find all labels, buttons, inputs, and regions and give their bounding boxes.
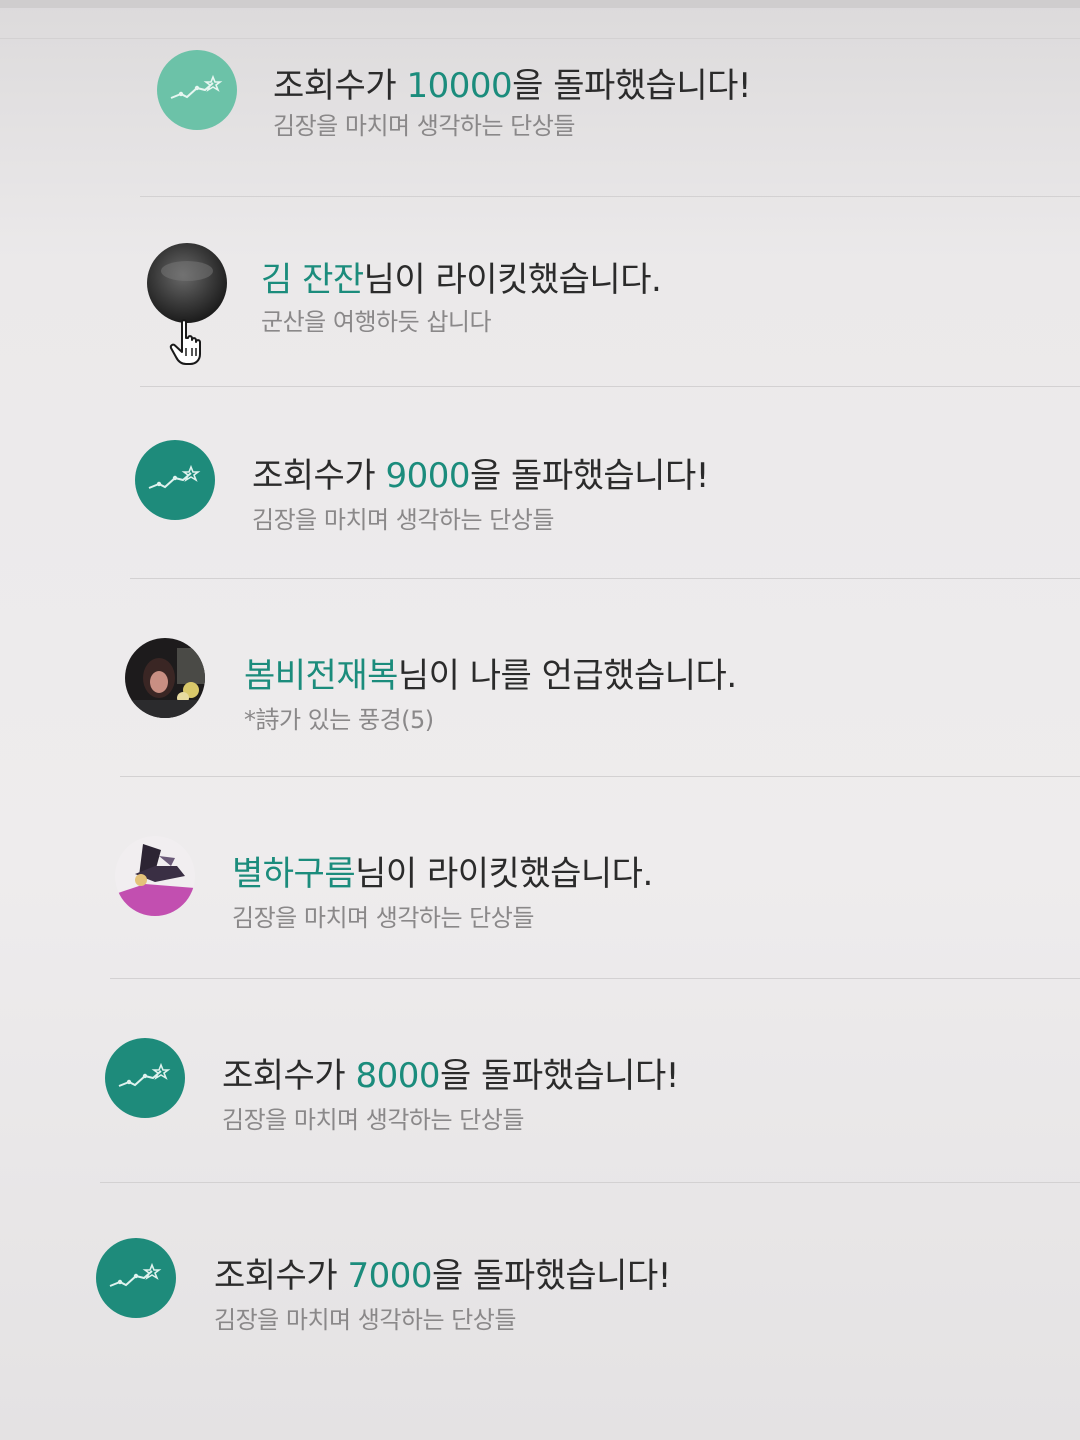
divider: [100, 1182, 1080, 1183]
notification-highlight[interactable]: 김 잔잔: [261, 260, 364, 300]
notification-item[interactable]: 별하구름님이 라이킷했습니다. 김장을 마치며 생각하는 단상들: [0, 776, 1080, 1000]
notification-subtitle[interactable]: 군산을 여행하듯 삽니다: [261, 302, 492, 337]
notification-subtitle[interactable]: 김장을 마치며 생각하는 단상들: [214, 1300, 516, 1335]
notification-title: 봄비전재복님이 나를 언급했습니다.: [244, 656, 737, 696]
notification-item[interactable]: 봄비전재복님이 나를 언급했습니다. *詩가 있는 풍경(5): [0, 578, 1080, 800]
divider: [110, 978, 1080, 979]
divider: [140, 196, 1080, 197]
notification-item[interactable]: 조회수가 10000을 돌파했습니다! 김장을 마치며 생각하는 단상들: [0, 0, 1080, 200]
divider: [140, 386, 1080, 387]
notification-list: 조회수가 10000을 돌파했습니다! 김장을 마치며 생각하는 단상들 김 잔…: [0, 0, 1080, 1440]
notification-subtitle[interactable]: 김장을 마치며 생각하는 단상들: [273, 106, 575, 141]
notification-highlight[interactable]: 봄비전재복: [244, 656, 398, 696]
notification-title: 조회수가 8000을 돌파했습니다!: [222, 1056, 679, 1096]
chart-line-icon: [157, 50, 237, 130]
notification-item[interactable]: 김 잔잔님이 라이킷했습니다. 군산을 여행하듯 삽니다: [0, 196, 1080, 400]
divider: [120, 776, 1080, 777]
hand-pointer-icon: [168, 318, 208, 368]
divider: [130, 578, 1080, 579]
notification-item[interactable]: 조회수가 7000을 돌파했습니다! 김장을 마치며 생각하는 단상들: [0, 1182, 1080, 1400]
notification-title: 별하구름님이 라이킷했습니다.: [232, 854, 653, 894]
user-avatar[interactable]: [125, 638, 205, 718]
notification-subtitle[interactable]: 김장을 마치며 생각하는 단상들: [222, 1100, 524, 1135]
notification-highlight[interactable]: 7000: [347, 1256, 432, 1296]
notification-highlight[interactable]: 10000: [406, 66, 512, 106]
chart-line-icon: [105, 1038, 185, 1118]
notification-highlight[interactable]: 별하구름: [232, 854, 356, 894]
notification-highlight[interactable]: 9000: [385, 456, 470, 496]
notification-title: 조회수가 9000을 돌파했습니다!: [252, 456, 709, 496]
divider: [0, 38, 1080, 39]
notification-screen: 조회수가 10000을 돌파했습니다! 김장을 마치며 생각하는 단상들 김 잔…: [0, 0, 1080, 1440]
chart-line-icon: [96, 1238, 176, 1318]
notification-title: 김 잔잔님이 라이킷했습니다.: [261, 260, 662, 300]
notification-title: 조회수가 7000을 돌파했습니다!: [214, 1256, 671, 1296]
chart-line-icon: [135, 440, 215, 520]
notification-subtitle[interactable]: 김장을 마치며 생각하는 단상들: [232, 898, 534, 933]
notification-item[interactable]: 조회수가 8000을 돌파했습니다! 김장을 마치며 생각하는 단상들: [0, 978, 1080, 1200]
notification-highlight[interactable]: 8000: [355, 1056, 440, 1096]
notification-subtitle[interactable]: *詩가 있는 풍경(5): [244, 700, 434, 735]
user-avatar[interactable]: [147, 243, 227, 323]
user-avatar[interactable]: [115, 836, 195, 916]
notification-title: 조회수가 10000을 돌파했습니다!: [273, 66, 752, 106]
notification-item[interactable]: 조회수가 9000을 돌파했습니다! 김장을 마치며 생각하는 단상들: [0, 386, 1080, 600]
notification-subtitle[interactable]: 김장을 마치며 생각하는 단상들: [252, 500, 554, 535]
